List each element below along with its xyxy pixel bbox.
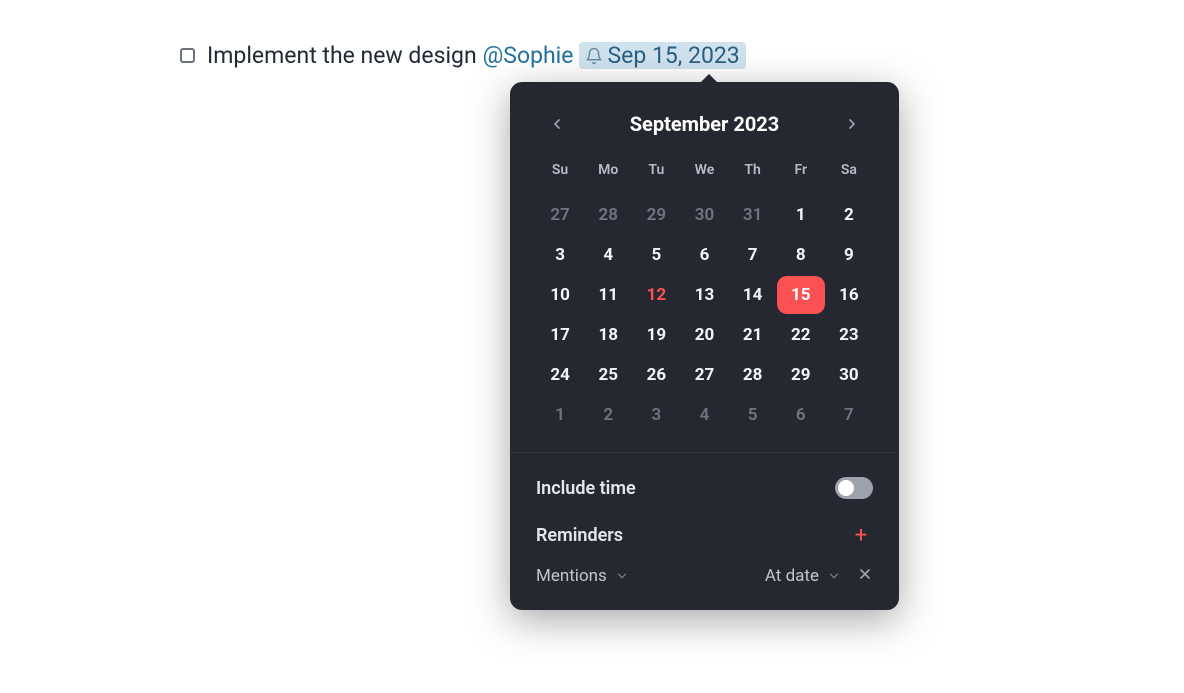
calendar-day[interactable]: 13 <box>680 276 728 314</box>
reminder-row: Mentions At date <box>536 548 873 586</box>
calendar-day[interactable]: 1 <box>536 396 584 434</box>
calendar-day[interactable]: 24 <box>536 356 584 394</box>
calendar-day[interactable]: 16 <box>825 276 873 314</box>
task-mention[interactable]: @Sophie <box>483 42 574 69</box>
date-popover: September 2023 SuMoTuWeThFrSa 2728293031… <box>510 82 899 610</box>
task-date-label: Sep 15, 2023 <box>607 42 739 69</box>
task-date-chip[interactable]: Sep 15, 2023 <box>579 42 745 69</box>
bell-icon <box>585 47 603 65</box>
calendar-day[interactable]: 3 <box>536 236 584 274</box>
chevron-down-icon <box>827 569 841 583</box>
calendar-day[interactable]: 27 <box>536 196 584 234</box>
chevron-down-icon <box>615 569 629 583</box>
reminders-label: Reminders <box>536 525 623 546</box>
reminder-right-group: At date <box>765 566 873 586</box>
calendar-day[interactable]: 25 <box>584 356 632 394</box>
calendar-day[interactable]: 30 <box>680 196 728 234</box>
calendar-day[interactable]: 7 <box>825 396 873 434</box>
calendar-day[interactable]: 29 <box>632 196 680 234</box>
reminder-when-select[interactable]: At date <box>765 566 841 586</box>
weekday-label: Tu <box>632 156 680 184</box>
calendar-day[interactable]: 20 <box>680 316 728 354</box>
include-time-row: Include time <box>536 453 873 499</box>
calendar-day[interactable]: 10 <box>536 276 584 314</box>
prev-month-button[interactable] <box>542 109 572 139</box>
calendar-day[interactable]: 4 <box>584 236 632 274</box>
calendar-day[interactable]: 14 <box>729 276 777 314</box>
calendar-day[interactable]: 11 <box>584 276 632 314</box>
calendar-day[interactable]: 26 <box>632 356 680 394</box>
calendar-day[interactable]: 30 <box>825 356 873 394</box>
calendar-day[interactable]: 2 <box>825 196 873 234</box>
include-time-toggle[interactable] <box>835 477 873 499</box>
weekday-label: Fr <box>777 156 825 184</box>
calendar-day[interactable]: 5 <box>729 396 777 434</box>
calendar-day[interactable]: 28 <box>729 356 777 394</box>
calendar-day[interactable]: 4 <box>680 396 728 434</box>
calendar-day[interactable]: 31 <box>729 196 777 234</box>
weekday-label: We <box>680 156 728 184</box>
weekday-label: Th <box>729 156 777 184</box>
task-checkbox[interactable] <box>180 48 195 63</box>
calendar-day[interactable]: 8 <box>777 236 825 274</box>
calendar-day[interactable]: 17 <box>536 316 584 354</box>
calendar-day[interactable]: 12 <box>632 276 680 314</box>
calendar-day[interactable]: 6 <box>777 396 825 434</box>
weekday-row: SuMoTuWeThFrSa <box>536 156 873 184</box>
calendar-day[interactable]: 1 <box>777 196 825 234</box>
calendar-day[interactable]: 19 <box>632 316 680 354</box>
next-month-button[interactable] <box>837 109 867 139</box>
calendar-day[interactable]: 23 <box>825 316 873 354</box>
calendar-day[interactable]: 9 <box>825 236 873 274</box>
calendar-day[interactable]: 29 <box>777 356 825 394</box>
reminder-when-value: At date <box>765 566 819 586</box>
calendar-header: September 2023 <box>536 98 873 156</box>
task-text: Implement the new design <box>207 42 477 69</box>
add-reminder-button[interactable]: + <box>849 523 873 548</box>
calendar-day[interactable]: 3 <box>632 396 680 434</box>
calendar-day[interactable]: 15 <box>777 276 825 314</box>
calendar-day[interactable]: 2 <box>584 396 632 434</box>
calendar-day[interactable]: 27 <box>680 356 728 394</box>
remove-reminder-button[interactable] <box>857 566 873 586</box>
month-title: September 2023 <box>630 112 780 136</box>
calendar-day[interactable]: 28 <box>584 196 632 234</box>
toggle-knob <box>838 480 854 496</box>
reminder-kind-select[interactable]: Mentions <box>536 566 629 586</box>
weekday-label: Su <box>536 156 584 184</box>
weekday-label: Mo <box>584 156 632 184</box>
calendar-day[interactable]: 7 <box>729 236 777 274</box>
reminder-kind-value: Mentions <box>536 566 607 586</box>
reminders-header-row: Reminders + <box>536 499 873 548</box>
calendar-grid: 2728293031123456789101112131415161718192… <box>536 196 873 434</box>
weekday-label: Sa <box>825 156 873 184</box>
calendar-day[interactable]: 22 <box>777 316 825 354</box>
include-time-label: Include time <box>536 478 636 499</box>
calendar-day[interactable]: 6 <box>680 236 728 274</box>
calendar-day[interactable]: 5 <box>632 236 680 274</box>
calendar-day[interactable]: 18 <box>584 316 632 354</box>
calendar-day[interactable]: 21 <box>729 316 777 354</box>
task-line: Implement the new design @Sophie Sep 15,… <box>180 42 746 69</box>
